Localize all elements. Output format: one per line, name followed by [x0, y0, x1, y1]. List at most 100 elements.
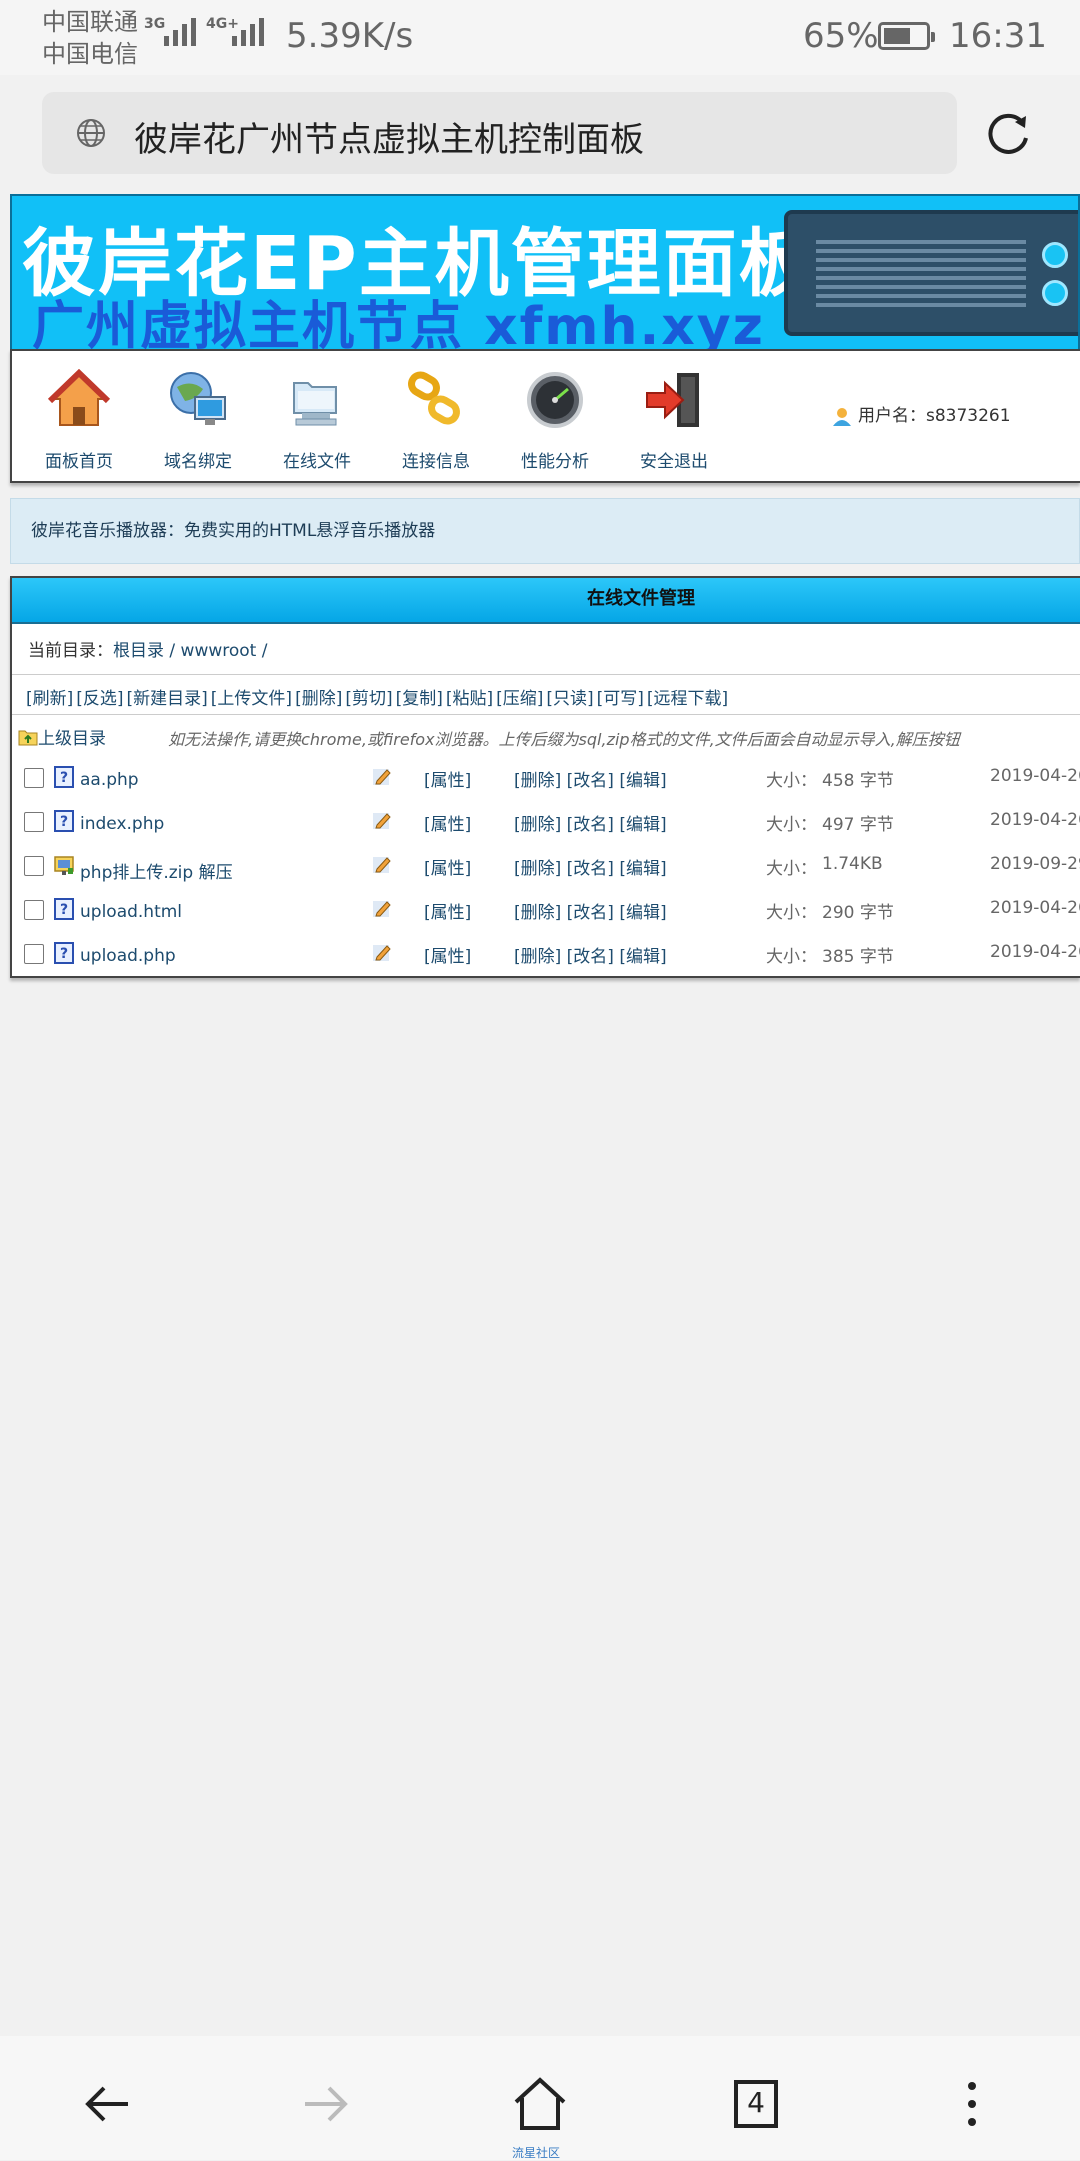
edit-pencil-icon[interactable]	[372, 898, 392, 918]
parent-directory-link[interactable]: 上级目录	[18, 724, 106, 749]
divider	[12, 714, 1080, 715]
carrier-1: 中国联通	[42, 8, 138, 36]
folder-computer-icon	[293, 382, 337, 426]
properties-link[interactable]: [属性]	[424, 810, 471, 835]
banner-subtitle: 广州虚拟主机节点 xfmh.xyz	[32, 297, 765, 349]
breadcrumb-path[interactable]: / wwwroot /	[164, 641, 267, 661]
status-bar: 中国联通 中国电信 3G 4G+ 5.39K/s 65% 16:31	[0, 0, 1080, 75]
nav-logout[interactable]: 安全退出	[619, 369, 729, 472]
file-date: 2019-04-26	[990, 898, 1080, 918]
nav-domain-binding[interactable]: 域名绑定	[143, 369, 253, 472]
file-date: 2019-04-26	[990, 942, 1080, 962]
bottom-label: 流星社区	[512, 2146, 561, 2160]
user-info: 用户名：s8373261	[832, 401, 1011, 426]
paste-button[interactable]: [粘贴]	[446, 689, 493, 709]
file-actions[interactable]: [删除] [改名] [编辑]	[514, 942, 667, 967]
file-actions[interactable]: [删除] [改名] [编辑]	[514, 898, 667, 923]
cut-button[interactable]: [剪切]	[345, 689, 392, 709]
file-actions[interactable]: [删除] [改名] [编辑]	[514, 766, 667, 791]
notice-bar[interactable]: 彼岸花音乐播放器：免费实用的HTML悬浮音乐播放器	[10, 498, 1080, 564]
globe-monitor-icon	[170, 372, 226, 425]
properties-link[interactable]: [属性]	[424, 942, 471, 967]
unknown-file-icon: ?	[54, 942, 74, 964]
file-size: 458 字节	[822, 771, 894, 791]
file-size: 1.74KB	[822, 854, 883, 874]
file-actions[interactable]: [删除] [改名] [编辑]	[514, 854, 667, 879]
file-name-link[interactable]: upload.html	[80, 902, 182, 922]
parent-directory-label[interactable]: 上级目录	[38, 729, 106, 749]
nav-performance[interactable]: 性能分析	[500, 369, 610, 472]
remote-download-button[interactable]: [远程下载]	[647, 689, 728, 709]
file-name-link[interactable]: index.php	[80, 814, 164, 834]
file-name-link[interactable]: upload.php	[80, 946, 176, 966]
file-size: 290 字节	[822, 903, 894, 923]
copy-button[interactable]: [复制]	[396, 689, 443, 709]
writable-button[interactable]: [可写]	[597, 689, 644, 709]
file-checkbox[interactable]	[24, 900, 44, 920]
file-row: php排上传.zip 解压 [属性] [删除] [改名] [编辑] 大小： 1.…	[12, 848, 1080, 888]
new-folder-button[interactable]: [新建目录]	[127, 689, 208, 709]
invert-selection-button[interactable]: [反选]	[76, 689, 123, 709]
file-manager-title: 在线文件管理	[587, 588, 695, 609]
edit-pencil-icon[interactable]	[372, 854, 392, 874]
file-date: 2019-04-26	[990, 766, 1080, 786]
file-checkbox[interactable]	[24, 856, 44, 876]
path-label: 当前目录：	[28, 641, 113, 661]
file-row: ? index.php [属性] [删除] [改名] [编辑] 大小： 497 …	[12, 804, 1080, 844]
properties-link[interactable]: [属性]	[424, 898, 471, 923]
zip-file-icon	[54, 856, 74, 875]
size-label: 大小：	[766, 947, 817, 967]
address-bar[interactable]: 彼岸花广州节点虚拟主机控制面板	[42, 92, 957, 174]
file-actions[interactable]: [删除] [改名] [编辑]	[514, 810, 667, 835]
breadcrumb-root-link[interactable]: 根目录	[113, 641, 164, 661]
upload-file-button[interactable]: [上传文件]	[211, 689, 292, 709]
edit-pencil-icon[interactable]	[372, 942, 392, 962]
file-name-link[interactable]: php排上传.zip 解压	[80, 858, 233, 883]
file-date: 2019-04-26	[990, 810, 1080, 830]
reload-icon[interactable]	[982, 108, 1034, 160]
refresh-button[interactable]: [刷新]	[26, 689, 73, 709]
clock: 16:31	[949, 16, 1047, 56]
delete-button[interactable]: [删除]	[295, 689, 342, 709]
carrier-names: 中国联通 中国电信	[42, 6, 138, 70]
forward-arrow-icon[interactable]	[295, 2074, 355, 2134]
size-label: 大小：	[766, 903, 817, 923]
compress-button[interactable]: [压缩]	[496, 689, 543, 709]
battery-icon	[878, 22, 935, 50]
svg-text:?: ?	[60, 946, 68, 962]
more-menu-icon[interactable]	[942, 2074, 1002, 2134]
size-label: 大小：	[766, 815, 817, 835]
edit-pencil-icon[interactable]	[372, 810, 392, 830]
panel-banner: 彼岸花EP主机管理面板 广州虚拟主机节点 xfmh.xyz	[10, 194, 1080, 349]
readonly-button[interactable]: [只读]	[546, 689, 593, 709]
nav-domain-label: 域名绑定	[164, 452, 232, 472]
unknown-file-icon: ?	[54, 810, 74, 832]
properties-link[interactable]: [属性]	[424, 854, 471, 879]
file-checkbox[interactable]	[24, 768, 44, 788]
file-checkbox[interactable]	[24, 944, 44, 964]
file-name-link[interactable]: aa.php	[80, 770, 139, 790]
nav-home[interactable]: 面板首页	[24, 368, 134, 472]
edit-pencil-icon[interactable]	[372, 766, 392, 786]
nav-home-label: 面板首页	[45, 452, 113, 472]
nav-connection-info[interactable]: 连接信息	[381, 369, 491, 472]
file-toolbar: [刷新] [反选] [新建目录] [上传文件] [删除] [剪切] [复制] [粘贴] [压缩]…	[26, 684, 731, 709]
globe-icon	[77, 119, 105, 147]
properties-link[interactable]: [属性]	[424, 766, 471, 791]
home-icon[interactable]	[510, 2074, 570, 2134]
file-checkbox[interactable]	[24, 812, 44, 832]
tabs-button[interactable]: 4	[726, 2074, 786, 2134]
file-row: ? upload.php [属性] [删除] [改名] [编辑] 大小： 385…	[12, 936, 1080, 976]
file-manager-panel: 在线文件管理 当前目录：根目录 / wwwroot / [刷新] [反选] [新建目…	[10, 576, 1080, 978]
home-icon	[47, 368, 111, 426]
signal-bars-icon	[232, 18, 264, 46]
browser-hint: 如无法操作,请更换chrome,或firefox浏览器。上传后缀为sql,zip…	[168, 730, 960, 749]
address-text[interactable]: 彼岸花广州节点虚拟主机控制面板	[134, 112, 644, 161]
svg-text:?: ?	[60, 770, 68, 786]
nav-online-files[interactable]: 在线文件	[262, 369, 372, 472]
nav-connection-label: 连接信息	[402, 452, 470, 472]
back-arrow-icon[interactable]	[78, 2074, 138, 2134]
file-size: 497 字节	[822, 815, 894, 835]
divider	[12, 674, 1080, 675]
chain-link-icon	[408, 371, 460, 425]
